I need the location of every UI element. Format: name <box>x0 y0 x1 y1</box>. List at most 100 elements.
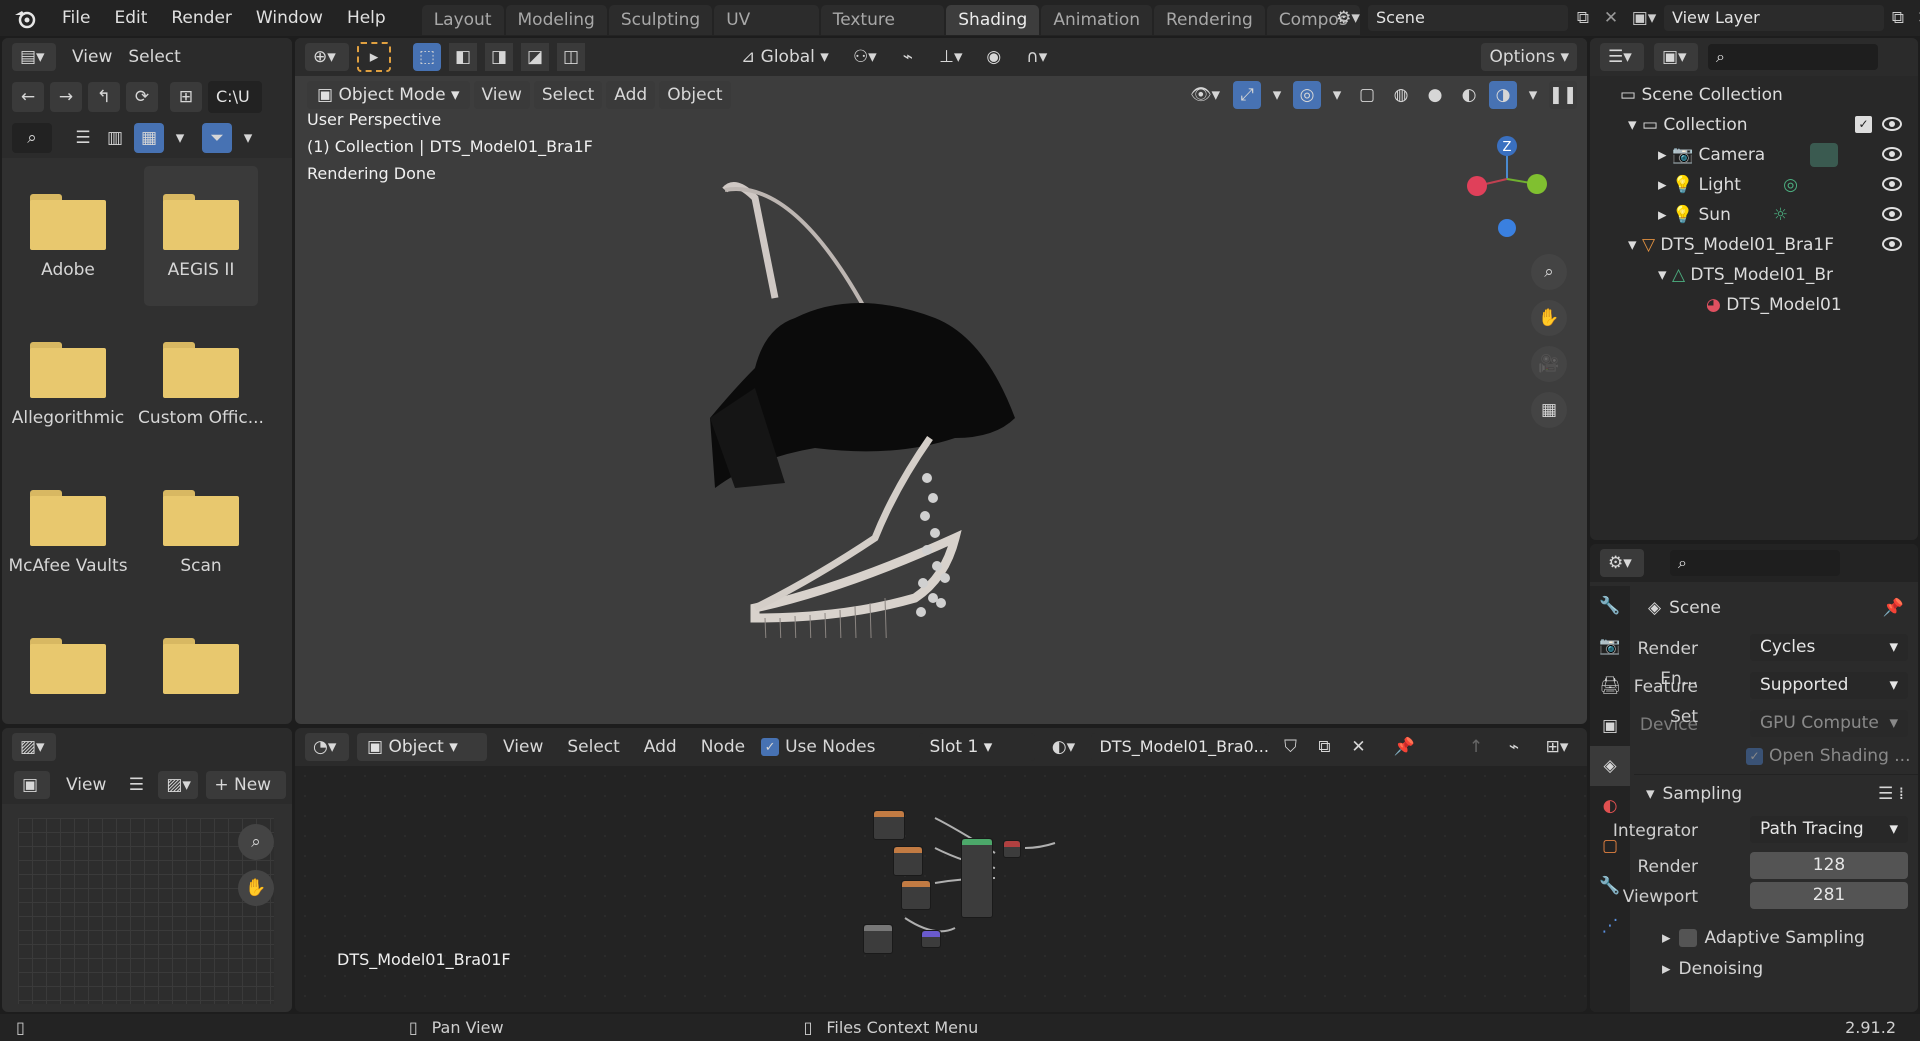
eye-icon[interactable] <box>1882 207 1902 221</box>
file-item-mcafee[interactable]: McAfee Vaults <box>2 462 134 602</box>
unlink-material-icon[interactable]: ✕ <box>1345 737 1371 757</box>
use-nodes-checkbox[interactable]: ✓ Use Nodes <box>761 737 875 757</box>
checkbox-checked-icon[interactable]: ✓ <box>1746 747 1763 765</box>
image-browse-icon[interactable]: ▨▾ <box>158 771 199 799</box>
menu-help[interactable]: Help <box>335 0 398 36</box>
material-shading-icon[interactable]: ◐ <box>1455 85 1483 105</box>
3d-model-render[interactable] <box>695 138 1055 638</box>
outliner-search-field[interactable]: ⌕ <box>1708 44 1878 70</box>
file-item-folder-8[interactable] <box>134 610 268 720</box>
checkbox-checked-icon[interactable]: ✓ <box>1855 116 1872 133</box>
editor-type-icon[interactable]: ▨▾ <box>12 733 56 761</box>
expand-arrow-icon[interactable]: ▸ <box>1662 959 1671 979</box>
select-extend-icon[interactable]: ◧ <box>449 43 477 71</box>
chevron-down-icon[interactable]: ▾ <box>1327 85 1347 105</box>
detail-view-icon[interactable]: ▥ <box>102 123 128 153</box>
tab-texture-paint[interactable]: Texture Paint <box>820 5 945 35</box>
expand-arrow-icon[interactable]: ▾ <box>1646 784 1655 804</box>
expand-arrow-icon[interactable]: ▾ <box>1628 235 1642 255</box>
transform-orientation-dropdown[interactable]: ⊿ Global ▾ <box>733 43 837 71</box>
particles-tab-icon[interactable]: ⋰ <box>1590 906 1630 946</box>
sampling-section-header[interactable]: ▾ Sampling ☰ ⁞ <box>1634 774 1918 812</box>
select-tool-icon[interactable]: ▸ <box>357 42 391 72</box>
outliner-row-material[interactable]: ◕ DTS_Model01 <box>1590 290 1918 320</box>
presets-icon[interactable]: ☰ ⁞ <box>1878 784 1904 804</box>
shader-node[interactable] <box>863 924 893 954</box>
display-mode-icon[interactable]: ▣▾ <box>1654 43 1698 71</box>
file-item-adobe[interactable]: Adobe <box>2 166 134 306</box>
search-icon[interactable]: ⌕ <box>12 123 52 153</box>
shader-node[interactable] <box>921 930 941 948</box>
new-view-layer-icon[interactable]: ⧉ <box>1884 8 1912 28</box>
eye-icon[interactable] <box>1882 177 1902 191</box>
shader-type-dropdown[interactable]: ▣ Object ▾ <box>357 733 487 761</box>
file-item-aegis[interactable]: AEGIS II <box>144 166 258 306</box>
scene-tab-icon[interactable]: ◈ <box>1590 746 1630 786</box>
shader-node-editor[interactable]: ◔▾ ▣ Object ▾ View Select Add Node ✓ Use… <box>295 728 1587 1012</box>
slot-dropdown[interactable]: Slot 1 ▾ <box>919 733 1036 761</box>
menu-object[interactable]: Object <box>659 81 731 109</box>
denoising-header[interactable]: ▸ Denoising <box>1634 956 1918 982</box>
chevron-down-icon[interactable]: ▾ <box>1523 85 1543 105</box>
new-folder-icon[interactable]: ⊞ <box>170 82 202 112</box>
file-item-folder-7[interactable] <box>2 610 134 720</box>
view-layer-field[interactable]: View Layer <box>1664 5 1884 31</box>
outliner-row-collection[interactable]: ▾ ▭ Collection ✓ <box>1590 110 1918 140</box>
select-intersect-icon[interactable]: ◫ <box>557 43 585 71</box>
tab-animation[interactable]: Animation <box>1041 5 1152 35</box>
properties-search-field[interactable]: ⌕ <box>1670 550 1840 576</box>
blender-logo-icon[interactable] <box>0 0 50 36</box>
tool-tab-icon[interactable]: 🔧 <box>1590 586 1630 626</box>
zoom-icon[interactable]: ⌕ <box>238 824 274 860</box>
path-field[interactable]: C:\U <box>208 81 262 113</box>
menu-view[interactable]: View <box>58 771 114 799</box>
tab-shading[interactable]: Shading <box>946 5 1040 35</box>
material-output-node[interactable] <box>1003 840 1021 858</box>
image-mode-icon[interactable]: ▣ <box>14 771 50 799</box>
filter-chevron-icon[interactable]: ▾ <box>238 128 258 148</box>
select-box-icon[interactable]: ⬚ <box>413 43 441 71</box>
menu-add[interactable]: Add <box>606 81 656 109</box>
menu-view[interactable]: View <box>473 81 530 109</box>
pivot-icon[interactable]: ⚇▾ <box>845 47 885 67</box>
view-layer-selector[interactable]: ▣▾ View Layer ⧉ ✕ <box>1624 4 1920 32</box>
tab-layout[interactable]: Layout <box>421 5 504 35</box>
expand-arrow-icon[interactable]: ▸ <box>1658 175 1672 195</box>
editor-type-icon[interactable]: ⊕▾ <box>305 43 349 71</box>
navigation-gizmo[interactable]: Z <box>1457 134 1557 244</box>
menu-file[interactable]: File <box>50 0 102 36</box>
proportional-edit-icon[interactable]: ◉ <box>979 47 1009 67</box>
viewport-samples-field[interactable]: 281 <box>1750 882 1908 909</box>
options-dropdown[interactable]: Options ▾ <box>1481 43 1577 71</box>
pin-icon[interactable]: 📌 <box>1883 598 1904 618</box>
render-tab-icon[interactable]: 📷 <box>1590 626 1630 666</box>
close-scene-icon[interactable]: ✕ <box>1598 8 1624 28</box>
hand-pan-icon[interactable]: ✋ <box>1531 300 1567 336</box>
snap-icon[interactable]: ⌁ <box>893 47 923 67</box>
chevron-down-icon[interactable]: ▾ <box>1267 85 1287 105</box>
view-layer-tab-icon[interactable]: ▣ <box>1590 706 1630 746</box>
thumbnail-view-icon[interactable]: ▦ <box>134 123 164 153</box>
visibility-icon[interactable]: 👁▾ <box>1183 85 1227 105</box>
rendered-shading-icon[interactable]: ◑ <box>1489 81 1517 109</box>
scene-name-field[interactable]: Scene <box>1368 5 1568 31</box>
file-item-custom-office[interactable]: Custom Offic... <box>134 314 268 454</box>
expand-arrow-icon[interactable]: ▸ <box>1658 205 1672 225</box>
eye-icon[interactable] <box>1882 237 1902 251</box>
back-arrow-icon[interactable]: ← <box>12 82 44 112</box>
menu-select[interactable]: Select <box>533 81 603 109</box>
material-name-field[interactable]: DTS_Model01_Bra0... <box>1091 733 1270 761</box>
principled-bsdf-node[interactable] <box>961 838 993 918</box>
open-shading-row[interactable]: ✓ Open Shading ... <box>1634 740 1918 770</box>
camera-data-icon[interactable] <box>1810 143 1838 167</box>
menu-select[interactable]: Select <box>120 43 188 71</box>
hand-pan-icon[interactable]: ✋ <box>238 870 274 906</box>
hamburger-icon[interactable]: ☰ <box>122 775 150 795</box>
outliner-row-scene-collection[interactable]: ▭ Scene Collection <box>1590 80 1918 110</box>
file-item-allegorithmic[interactable]: Allegorithmic <box>2 314 134 454</box>
shader-node[interactable] <box>893 846 923 876</box>
editor-type-icon[interactable]: ⚙▾ <box>1600 549 1644 577</box>
tab-sculpting[interactable]: Sculpting <box>608 5 713 35</box>
duplicate-material-icon[interactable]: ⧉ <box>1311 737 1337 757</box>
parent-node-icon[interactable]: ↑ <box>1461 737 1491 757</box>
